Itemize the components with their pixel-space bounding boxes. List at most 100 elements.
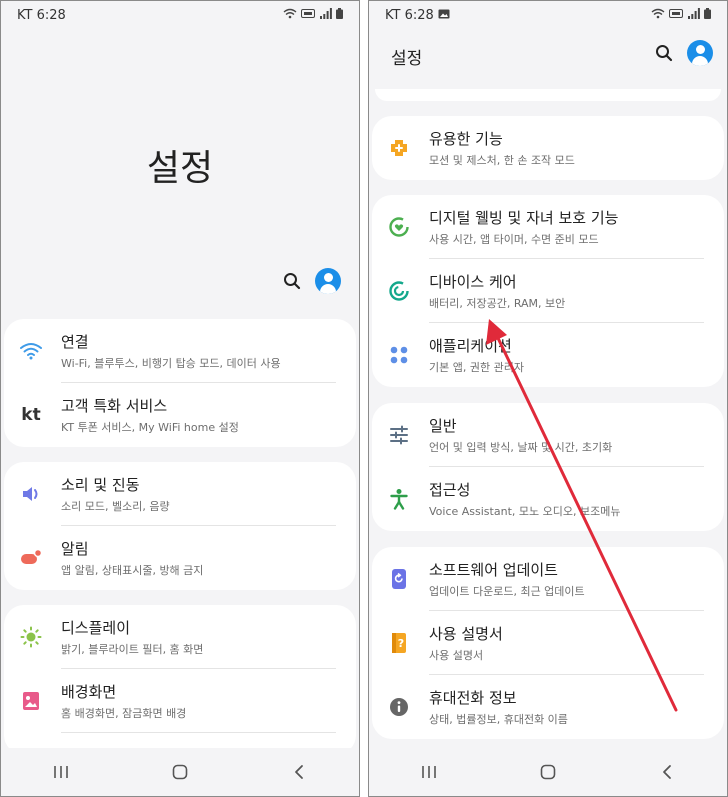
settings-item-general[interactable]: 일반 언어 및 입력 방식, 날짜 및 시간, 초기화: [372, 403, 724, 467]
settings-item-title: 소프트웨어 업데이트: [429, 561, 558, 579]
settings-item-title: 소리 및 진동: [61, 476, 140, 494]
search-icon[interactable]: [283, 272, 301, 290]
settings-group-display: 디스플레이 밝기, 블루라이트 필터, 홈 화면 배경화면 홈 배경화면, 잠금…: [4, 605, 356, 755]
sliders-icon: [388, 424, 410, 446]
settings-item-subtitle: 홈 배경화면, 잠금화면 배경: [61, 707, 187, 720]
wifi-status-icon: [283, 8, 296, 19]
settings-item-title: 유용한 기능: [429, 130, 503, 148]
settings-item-subtitle: KT 투폰 서비스, My WiFi home 설정: [61, 421, 239, 434]
settings-item-device-care[interactable]: 디바이스 케어 배터리, 저장공간, RAM, 보안: [372, 259, 724, 323]
settings-item-subtitle: Voice Assistant, 모노 오디오, 보조메뉴: [429, 505, 621, 518]
settings-item-subtitle: 사용 설명서: [429, 649, 484, 662]
settings-item-subtitle: 상태, 법률정보, 휴대전화 이름: [429, 713, 568, 726]
settings-item-title: 디지털 웰빙 및 자녀 보호 기능: [429, 209, 619, 227]
settings-item-title: 배경화면: [61, 683, 117, 701]
search-icon[interactable]: [655, 44, 673, 62]
settings-item-title: 연결: [61, 333, 89, 351]
settings-group-advanced: 유용한 기능 모션 및 제스처, 한 손 조작 모드: [372, 116, 724, 180]
volte-icon: [301, 9, 315, 18]
settings-item-display[interactable]: 디스플레이 밝기, 블루라이트 필터, 홈 화면: [4, 605, 356, 669]
settings-item-connections[interactable]: 연결 Wi-Fi, 블루투스, 비행기 탑승 모드, 데이터 사용: [4, 319, 356, 383]
wellbeing-icon: [388, 216, 410, 238]
status-icons: [283, 8, 343, 22]
settings-group-general: 일반 언어 및 입력 방식, 날짜 및 시간, 초기화 접근성 Voice As…: [372, 403, 724, 531]
status-bar: KT 6:28: [1, 1, 359, 29]
battery-icon: [336, 8, 343, 19]
settings-item-title: 일반: [429, 417, 457, 435]
settings-group-wellbeing: 디지털 웰빙 및 자녀 보호 기능 사용 시간, 앱 타이머, 수면 준비 모드…: [372, 195, 724, 387]
settings-item-subtitle: 언어 및 입력 방식, 날짜 및 시간, 초기화: [429, 441, 613, 454]
settings-group-about: 소프트웨어 업데이트 업데이트 다운로드, 최근 업데이트 ? 사용 설명서 사…: [372, 547, 724, 739]
app-bar: 설정: [369, 37, 727, 71]
navigation-bar: [369, 748, 727, 796]
account-avatar-icon[interactable]: [687, 40, 713, 66]
settings-item-subtitle: 업데이트 다운로드, 최근 업데이트: [429, 585, 585, 598]
page-title: 설정: [391, 49, 423, 69]
settings-item-digital-wellbeing[interactable]: 디지털 웰빙 및 자녀 보호 기능 사용 시간, 앱 타이머, 수면 준비 모드: [372, 195, 724, 259]
previous-card-edge: [375, 89, 721, 101]
settings-item-wallpaper[interactable]: 배경화면 홈 배경화면, 잠금화면 배경: [4, 669, 356, 733]
settings-group-sound: 소리 및 진동 소리 모드, 벨소리, 음량 알림 앱 알림, 상태표시줄, 방…: [4, 462, 356, 590]
right-screen: KT 6:28 설정 유용한 기능 모션 및 제스처, 한 손 조작 모드 디지…: [368, 0, 728, 797]
recent-apps-icon[interactable]: [41, 765, 81, 779]
settings-item-title: 접근성: [429, 481, 471, 499]
left-screen: KT 6:28 설정 연결 Wi-Fi, 블루투스, 비행기 탑승 모드, 데이…: [0, 0, 360, 797]
gallery-notification-icon: [438, 9, 450, 19]
settings-item-user-manual[interactable]: ? 사용 설명서 사용 설명서: [372, 611, 724, 675]
settings-item-notifications[interactable]: 알림 앱 알림, 상태표시줄, 방해 금지: [4, 526, 356, 590]
info-icon: [388, 696, 410, 718]
settings-item-subtitle: 소리 모드, 벨소리, 음량: [61, 500, 170, 513]
wifi-status-icon: [651, 8, 664, 19]
home-icon[interactable]: [160, 764, 200, 780]
settings-item-title: 고객 특화 서비스: [61, 397, 168, 415]
settings-group-connections: 연결 Wi-Fi, 블루투스, 비행기 탑승 모드, 데이터 사용 kt 고객 …: [4, 319, 356, 447]
svg-text:?: ?: [398, 637, 404, 650]
settings-item-software-update[interactable]: 소프트웨어 업데이트 업데이트 다운로드, 최근 업데이트: [372, 547, 724, 611]
carrier-time: KT 6:28: [17, 8, 66, 23]
settings-item-title: 디스플레이: [61, 619, 131, 637]
apps-grid-icon: [388, 344, 410, 366]
settings-item-subtitle: 사용 시간, 앱 타이머, 수면 준비 모드: [429, 233, 599, 246]
status-icons: [651, 8, 711, 22]
back-icon[interactable]: [647, 764, 687, 780]
brightness-icon: [20, 626, 42, 648]
signal-icon: [687, 8, 700, 19]
speaker-icon: [20, 483, 42, 505]
account-avatar-icon[interactable]: [315, 268, 341, 294]
settings-item-accessibility[interactable]: 접근성 Voice Assistant, 모노 오디오, 보조메뉴: [372, 467, 724, 531]
carrier-time: KT 6:28: [385, 8, 450, 23]
settings-item-subtitle: Wi-Fi, 블루투스, 비행기 탑승 모드, 데이터 사용: [61, 357, 281, 370]
settings-item-title: 알림: [61, 540, 89, 558]
notification-icon: [20, 547, 42, 569]
wallpaper-icon: [20, 690, 42, 712]
home-icon[interactable]: [528, 764, 568, 780]
settings-item-title: 디바이스 케어: [429, 273, 517, 291]
software-update-icon: [388, 568, 410, 590]
settings-item-subtitle: 배터리, 저장공간, RAM, 보안: [429, 297, 566, 310]
settings-item-apps[interactable]: 애플리케이션 기본 앱, 권한 관리자: [372, 323, 724, 387]
signal-icon: [319, 8, 332, 19]
puzzle-plus-icon: [388, 137, 410, 159]
settings-item-subtitle: 모션 및 제스처, 한 손 조작 모드: [429, 154, 575, 167]
settings-item-subtitle: 앱 알림, 상태표시줄, 방해 금지: [61, 564, 204, 577]
kt-logo-icon: kt: [21, 405, 41, 425]
carrier-time-text: KT 6:28: [385, 8, 434, 23]
settings-item-useful-features[interactable]: 유용한 기능 모션 및 제스처, 한 손 조작 모드: [372, 116, 724, 180]
header-actions: [283, 266, 341, 296]
settings-item-title: 사용 설명서: [429, 625, 503, 643]
volte-icon: [669, 9, 683, 18]
settings-item-kt-services[interactable]: kt 고객 특화 서비스 KT 투폰 서비스, My WiFi home 설정: [4, 383, 356, 447]
recent-apps-icon[interactable]: [409, 765, 449, 779]
settings-item-subtitle: 기본 앱, 권한 관리자: [429, 361, 524, 374]
accessibility-icon: [388, 488, 410, 510]
settings-item-subtitle: 밝기, 블루라이트 필터, 홈 화면: [61, 643, 204, 656]
header-actions: [655, 40, 713, 66]
navigation-bar: [1, 748, 359, 796]
settings-item-about-phone[interactable]: 휴대전화 정보 상태, 법률정보, 휴대전화 이름: [372, 675, 724, 739]
status-bar: KT 6:28: [369, 1, 727, 29]
battery-icon: [704, 8, 711, 19]
settings-item-sound[interactable]: 소리 및 진동 소리 모드, 벨소리, 음량: [4, 462, 356, 526]
device-care-icon: [388, 280, 410, 302]
back-icon[interactable]: [279, 764, 319, 780]
page-title: 설정: [146, 148, 214, 189]
